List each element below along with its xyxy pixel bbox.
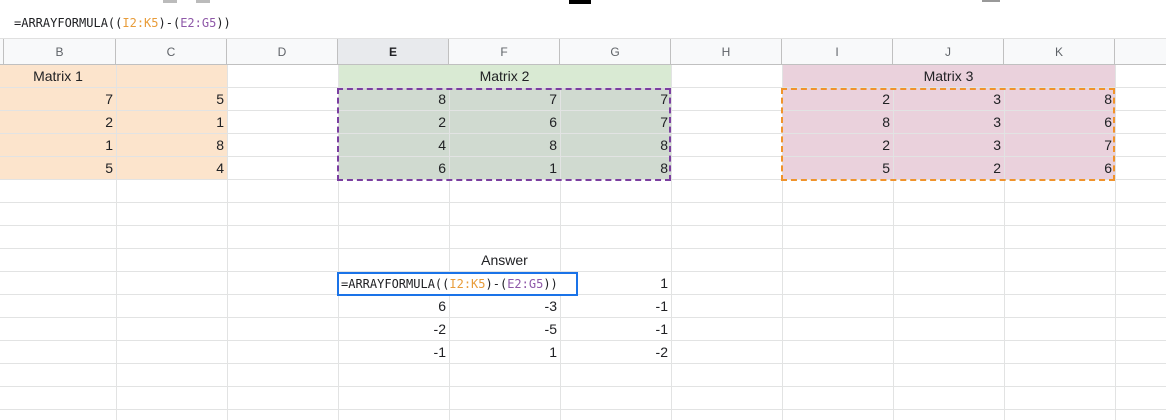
matrix3-title[interactable]: Matrix 3 (782, 65, 1115, 88)
column-header-bar: B C D E F G H I J K (0, 39, 1166, 65)
matrix1-cell-c5[interactable]: 4 (116, 157, 227, 180)
matrix1-cell-b5[interactable]: 5 (4, 157, 116, 180)
answer-cell-g13[interactable]: -2 (560, 341, 671, 364)
column-header-h[interactable]: H (671, 39, 782, 64)
matrix1-cell-b2[interactable]: 7 (4, 88, 116, 111)
matrix1-cell-b4[interactable]: 1 (4, 134, 116, 157)
answer-cell-f11[interactable]: -3 (449, 295, 560, 318)
answer-cell-e13[interactable]: -1 (338, 341, 449, 364)
formula-ref-e2-g5: E2:G5 (180, 16, 217, 30)
editor-prefix: =ARRAYFORMULA(( (341, 277, 450, 291)
column-header-e[interactable]: E (338, 39, 449, 64)
formula-bar-text[interactable]: =ARRAYFORMULA((I2:K5)-(E2:G5)) (14, 16, 231, 30)
text-color-underline-icon[interactable] (569, 0, 591, 4)
matrix1-cell-c2[interactable]: 5 (116, 88, 227, 111)
formula-suffix: )) (216, 16, 231, 30)
matrix1-cell-b3[interactable]: 2 (4, 111, 116, 134)
editor-suffix: )) (543, 277, 558, 291)
answer-title[interactable]: Answer (449, 249, 560, 272)
matrix1-cell-c4[interactable]: 8 (116, 134, 227, 157)
answer-cell-g12[interactable]: -1 (560, 318, 671, 341)
answer-cell-e11[interactable]: 6 (338, 295, 449, 318)
formula-ref-i2-k5: I2:K5 (122, 16, 159, 30)
matrix1-title[interactable]: Matrix 1 (0, 65, 116, 88)
column-header-b[interactable]: B (4, 39, 116, 64)
column-header-k[interactable]: K (1004, 39, 1115, 64)
formula-prefix: =ARRAYFORMULA(( (14, 16, 123, 30)
cell-formula-editor[interactable]: =ARRAYFORMULA((I2:K5)-(E2:G5)) (337, 272, 578, 296)
answer-cell-g11[interactable]: -1 (560, 295, 671, 318)
formula-bar[interactable]: =ARRAYFORMULA((I2:K5)-(E2:G5)) (0, 6, 1166, 39)
editor-middle: )-( (485, 277, 508, 291)
editor-ref-e2-g5: E2:G5 (507, 277, 544, 291)
answer-cell-f13[interactable]: 1 (449, 341, 560, 364)
matrix1-cell-c3[interactable]: 1 (116, 111, 227, 134)
formula-middle: )-( (158, 16, 181, 30)
fill-color-icon[interactable] (982, 0, 1000, 2)
answer-cell-e12[interactable]: -2 (338, 318, 449, 341)
editor-ref-i2-k5: I2:K5 (449, 277, 486, 291)
column-header-j[interactable]: J (893, 39, 1004, 64)
column-header-c[interactable]: C (116, 39, 227, 64)
matrix2-title[interactable]: Matrix 2 (338, 65, 671, 88)
answer-cell-f12[interactable]: -5 (449, 318, 560, 341)
range-highlight-e2-g5 (337, 88, 671, 181)
column-header-f[interactable]: F (449, 39, 560, 64)
undo-icon[interactable] (163, 0, 177, 3)
redo-icon[interactable] (196, 0, 210, 3)
range-highlight-i2-k5 (781, 88, 1115, 181)
column-header-d[interactable]: D (227, 39, 338, 64)
column-header-g[interactable]: G (560, 39, 671, 64)
spreadsheet-grid[interactable]: Matrix 1 7 5 2 1 1 8 5 4 Matrix 2 8 7 7 … (0, 65, 1166, 420)
column-header-i[interactable]: I (782, 39, 893, 64)
